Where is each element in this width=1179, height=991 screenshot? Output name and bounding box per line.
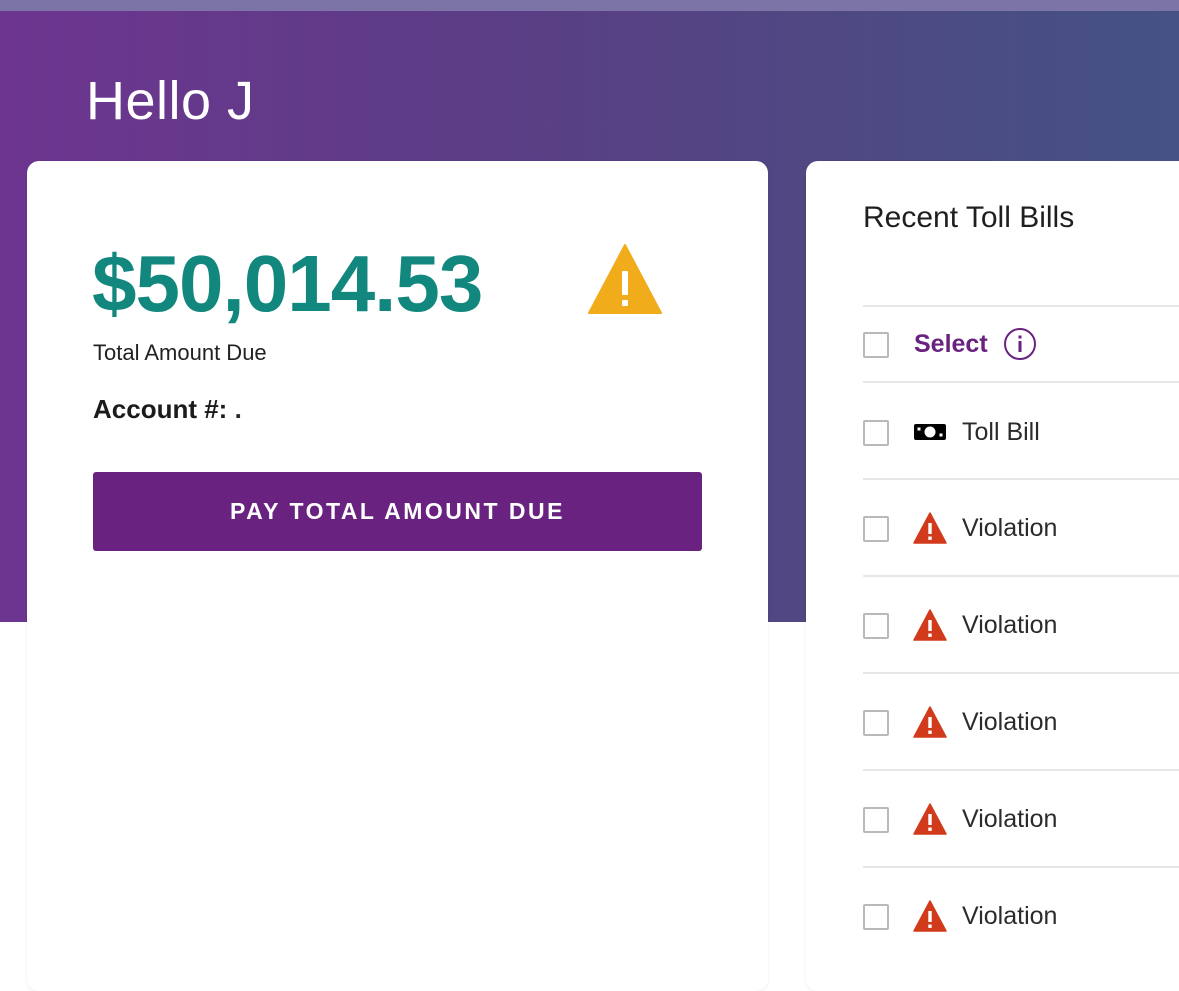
divider bbox=[863, 769, 1179, 771]
row-checkbox[interactable] bbox=[863, 710, 889, 736]
divider bbox=[863, 672, 1179, 674]
info-icon[interactable] bbox=[1003, 327, 1037, 361]
row-checkbox[interactable] bbox=[863, 613, 889, 639]
list-item: Violation bbox=[863, 802, 1179, 842]
recent-toll-bills-card: Recent Toll Bills Select Toll Bill Viola… bbox=[806, 161, 1179, 991]
row-checkbox[interactable] bbox=[863, 807, 889, 833]
account-number-label: Account #: bbox=[93, 394, 228, 424]
warning-icon bbox=[588, 244, 662, 314]
select-label[interactable]: Select bbox=[914, 329, 988, 359]
row-label[interactable]: Violation bbox=[962, 513, 1057, 543]
row-label[interactable]: Violation bbox=[962, 707, 1057, 737]
greeting: Hello J bbox=[86, 71, 255, 131]
divider bbox=[863, 478, 1179, 480]
redaction-blur bbox=[255, 381, 435, 453]
pay-total-amount-due-button[interactable]: PAY TOTAL AMOUNT DUE bbox=[93, 472, 702, 551]
row-checkbox[interactable] bbox=[863, 420, 889, 446]
account-number-value: . bbox=[234, 394, 242, 424]
warning-icon bbox=[913, 900, 947, 932]
divider bbox=[863, 381, 1179, 383]
select-all-row: Select bbox=[863, 327, 1179, 367]
warning-icon bbox=[913, 803, 947, 835]
row-label[interactable]: Violation bbox=[962, 610, 1057, 640]
total-amount-due-label: Total Amount Due bbox=[93, 340, 267, 365]
row-checkbox[interactable] bbox=[863, 516, 889, 542]
row-checkbox[interactable] bbox=[863, 904, 889, 930]
divider bbox=[863, 575, 1179, 577]
warning-icon bbox=[913, 609, 947, 641]
top-strip bbox=[0, 0, 1179, 11]
total-amount-due: $50,014.53 bbox=[92, 239, 483, 328]
list-item: Violation bbox=[863, 608, 1179, 648]
row-label[interactable]: Violation bbox=[962, 901, 1057, 931]
list-item: Violation bbox=[863, 511, 1179, 551]
row-label[interactable]: Toll Bill bbox=[962, 417, 1040, 447]
row-label[interactable]: Violation bbox=[962, 804, 1057, 834]
list-item: Violation bbox=[863, 899, 1179, 939]
cash-icon bbox=[914, 424, 946, 440]
warning-icon bbox=[913, 512, 947, 544]
select-all-checkbox[interactable] bbox=[863, 332, 889, 358]
list-item: Violation bbox=[863, 705, 1179, 745]
account-number: Account #: . bbox=[93, 394, 242, 425]
divider bbox=[863, 866, 1179, 868]
warning-icon bbox=[913, 706, 947, 738]
amount-due-card: $50,014.53 Total Amount Due Account #: .… bbox=[27, 161, 768, 991]
list-item: Toll Bill bbox=[863, 415, 1179, 455]
recent-toll-bills-title: Recent Toll Bills bbox=[863, 201, 1075, 234]
divider bbox=[863, 305, 1179, 307]
